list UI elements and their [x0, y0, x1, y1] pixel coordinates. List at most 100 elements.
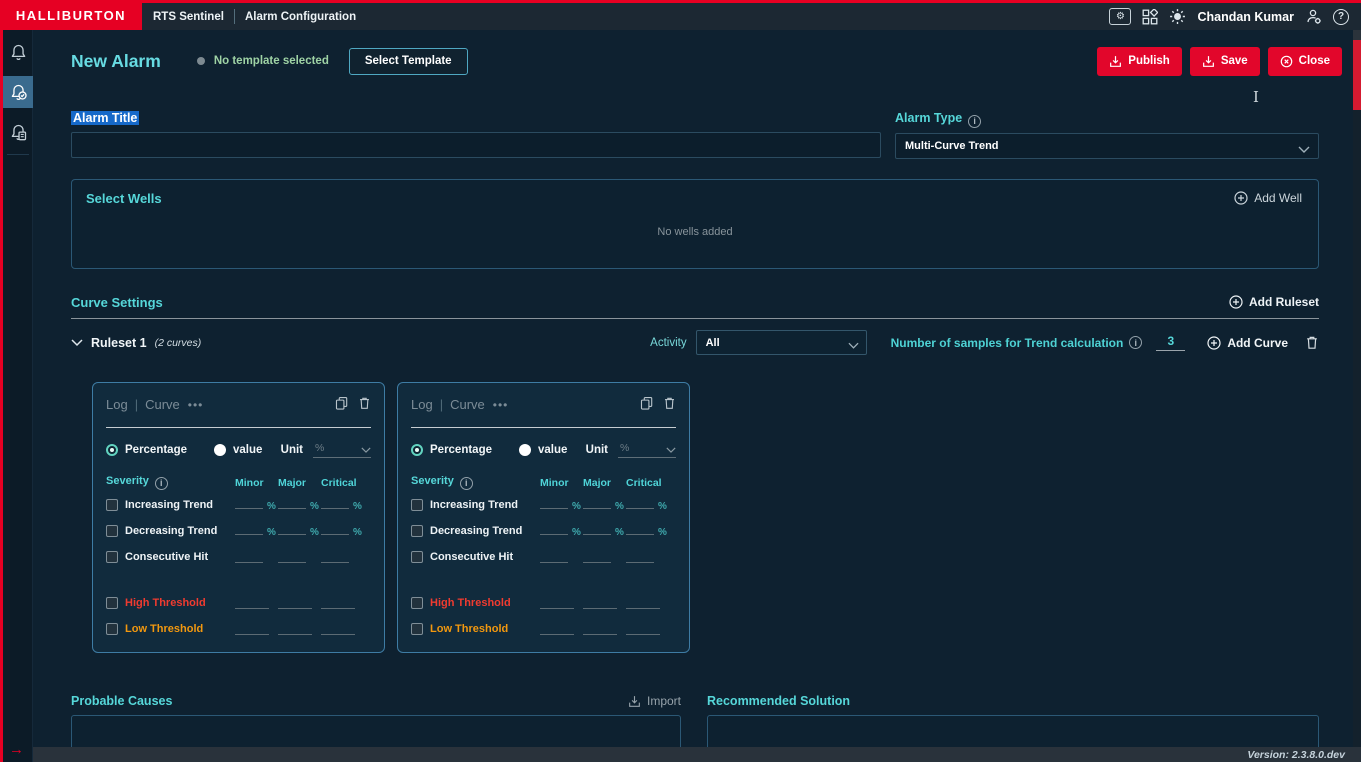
percentage-radio[interactable]	[411, 444, 423, 456]
minor-value-input[interactable]	[235, 623, 269, 635]
value-radio[interactable]	[519, 444, 531, 456]
severity-info-icon[interactable]: i	[460, 477, 473, 490]
ruleset-collapse-chevron-icon[interactable]	[71, 334, 83, 352]
minor-value-input[interactable]	[235, 523, 263, 535]
select-template-button[interactable]: Select Template	[349, 48, 468, 75]
log-selector[interactable]: Log	[411, 397, 433, 412]
nav-alarm-configuration-icon[interactable]	[3, 76, 33, 108]
form-content: Alarm Title Alarm Typei Multi-Curve Tren…	[33, 92, 1353, 762]
low-threshold-checkbox[interactable]	[106, 623, 118, 635]
minor-value-input[interactable]	[540, 623, 574, 635]
unit-select[interactable]: %	[618, 442, 676, 458]
no-wells-message: No wells added	[72, 226, 1318, 238]
critical-value-input[interactable]	[321, 497, 349, 509]
delete-curve-trash-icon[interactable]	[663, 396, 676, 413]
sidebar-expand-arrow[interactable]: →	[9, 741, 24, 758]
curve-card-header: Log | Curve •••	[106, 397, 371, 413]
curve-menu-ellipsis-icon[interactable]: •••	[188, 398, 204, 412]
nav-alarms-icon[interactable]	[3, 36, 33, 68]
minor-value-input[interactable]	[540, 523, 568, 535]
critical-value-input[interactable]	[626, 523, 654, 535]
user-settings-icon[interactable]	[1305, 8, 1322, 25]
scrollbar-thumb[interactable]	[1353, 40, 1361, 110]
major-value-input[interactable]	[278, 551, 306, 563]
minor-value-input[interactable]	[235, 597, 269, 609]
value-radio[interactable]	[214, 444, 226, 456]
minor-value-input[interactable]	[235, 551, 263, 563]
log-curve-divider: |	[135, 397, 138, 412]
curve-selector[interactable]: Curve	[145, 397, 180, 412]
decreasing-trend-row: Decreasing Trend % % %	[106, 518, 371, 544]
critical-value-input[interactable]	[626, 497, 654, 509]
decreasing-trend-checkbox[interactable]	[411, 525, 423, 537]
critical-value-input[interactable]	[321, 597, 355, 609]
minor-value-input[interactable]	[540, 597, 574, 609]
major-value-input[interactable]	[278, 623, 312, 635]
major-value-input[interactable]	[583, 523, 611, 535]
minor-value-input[interactable]	[540, 497, 568, 509]
curve-menu-ellipsis-icon[interactable]: •••	[493, 398, 509, 412]
trend-samples-info-icon[interactable]: i	[1129, 336, 1142, 349]
unit-select[interactable]: %	[313, 442, 371, 458]
publish-icon	[1109, 55, 1122, 68]
consecutive-hit-row: Consecutive Hit	[106, 544, 371, 570]
theme-brightness-icon[interactable]	[1169, 8, 1186, 25]
halliburton-logo: HALLIBURTON	[0, 0, 142, 30]
curve-selector[interactable]: Curve	[450, 397, 485, 412]
low-threshold-checkbox[interactable]	[411, 623, 423, 635]
major-value-input[interactable]	[583, 597, 617, 609]
severity-label: Severityi	[411, 475, 540, 490]
increasing-trend-checkbox[interactable]	[106, 499, 118, 511]
major-value-input[interactable]	[278, 497, 306, 509]
severity-column-critical: Critical	[321, 477, 364, 489]
major-value-input[interactable]	[278, 597, 312, 609]
delete-ruleset-trash-icon[interactable]	[1305, 335, 1319, 350]
critical-value-input[interactable]	[626, 623, 660, 635]
nav-alarm-log-icon[interactable]	[3, 116, 33, 148]
help-icon[interactable]: ?	[1333, 9, 1349, 25]
decreasing-trend-checkbox[interactable]	[106, 525, 118, 537]
percentage-radio[interactable]	[106, 444, 118, 456]
breadcrumb: RTS Sentinel Alarm Configuration	[153, 9, 356, 24]
low-threshold-row: Low Threshold	[106, 616, 371, 642]
display-settings-icon[interactable]: ⚙	[1109, 8, 1131, 25]
duplicate-curve-icon[interactable]	[640, 396, 653, 413]
alarm-type-info-icon[interactable]: i	[968, 115, 981, 128]
high-threshold-checkbox[interactable]	[411, 597, 423, 609]
increasing-trend-checkbox[interactable]	[411, 499, 423, 511]
apps-grid-icon[interactable]	[1142, 9, 1158, 25]
severity-header-row: Severityi Minor Major Critical	[106, 474, 371, 492]
trend-samples-input[interactable]: 3	[1156, 334, 1185, 351]
major-value-input[interactable]	[583, 551, 611, 563]
major-value-input[interactable]	[583, 497, 611, 509]
activity-select[interactable]: All	[696, 330, 867, 355]
save-button[interactable]: Save	[1190, 47, 1260, 76]
add-well-button[interactable]: Add Well	[1234, 191, 1302, 205]
duplicate-curve-icon[interactable]	[335, 396, 348, 413]
log-selector[interactable]: Log	[106, 397, 128, 412]
major-value-input[interactable]	[278, 523, 306, 535]
critical-value-input[interactable]	[321, 523, 349, 535]
alarm-title-input[interactable]	[71, 132, 881, 158]
major-value-input[interactable]	[583, 623, 617, 635]
minor-value-input[interactable]	[235, 497, 263, 509]
alarm-type-select[interactable]: Multi-Curve Trend	[895, 133, 1319, 159]
page-header: New Alarm No template selected Select Te…	[33, 30, 1353, 92]
publish-label: Publish	[1128, 55, 1170, 67]
consecutive-hit-checkbox[interactable]	[106, 551, 118, 563]
delete-curve-trash-icon[interactable]	[358, 396, 371, 413]
add-ruleset-button[interactable]: Add Ruleset	[1229, 295, 1319, 309]
consecutive-hit-checkbox[interactable]	[411, 551, 423, 563]
severity-info-icon[interactable]: i	[155, 477, 168, 490]
increasing-trend-row: Increasing Trend % % %	[106, 492, 371, 518]
import-button[interactable]: Import	[628, 694, 681, 708]
add-curve-button[interactable]: Add Curve	[1207, 336, 1288, 350]
publish-button[interactable]: Publish	[1097, 47, 1182, 76]
critical-value-input[interactable]	[321, 623, 355, 635]
critical-value-input[interactable]	[321, 551, 349, 563]
critical-value-input[interactable]	[626, 597, 660, 609]
high-threshold-checkbox[interactable]	[106, 597, 118, 609]
critical-value-input[interactable]	[626, 551, 654, 563]
minor-value-input[interactable]	[540, 551, 568, 563]
close-button[interactable]: Close	[1268, 47, 1342, 76]
